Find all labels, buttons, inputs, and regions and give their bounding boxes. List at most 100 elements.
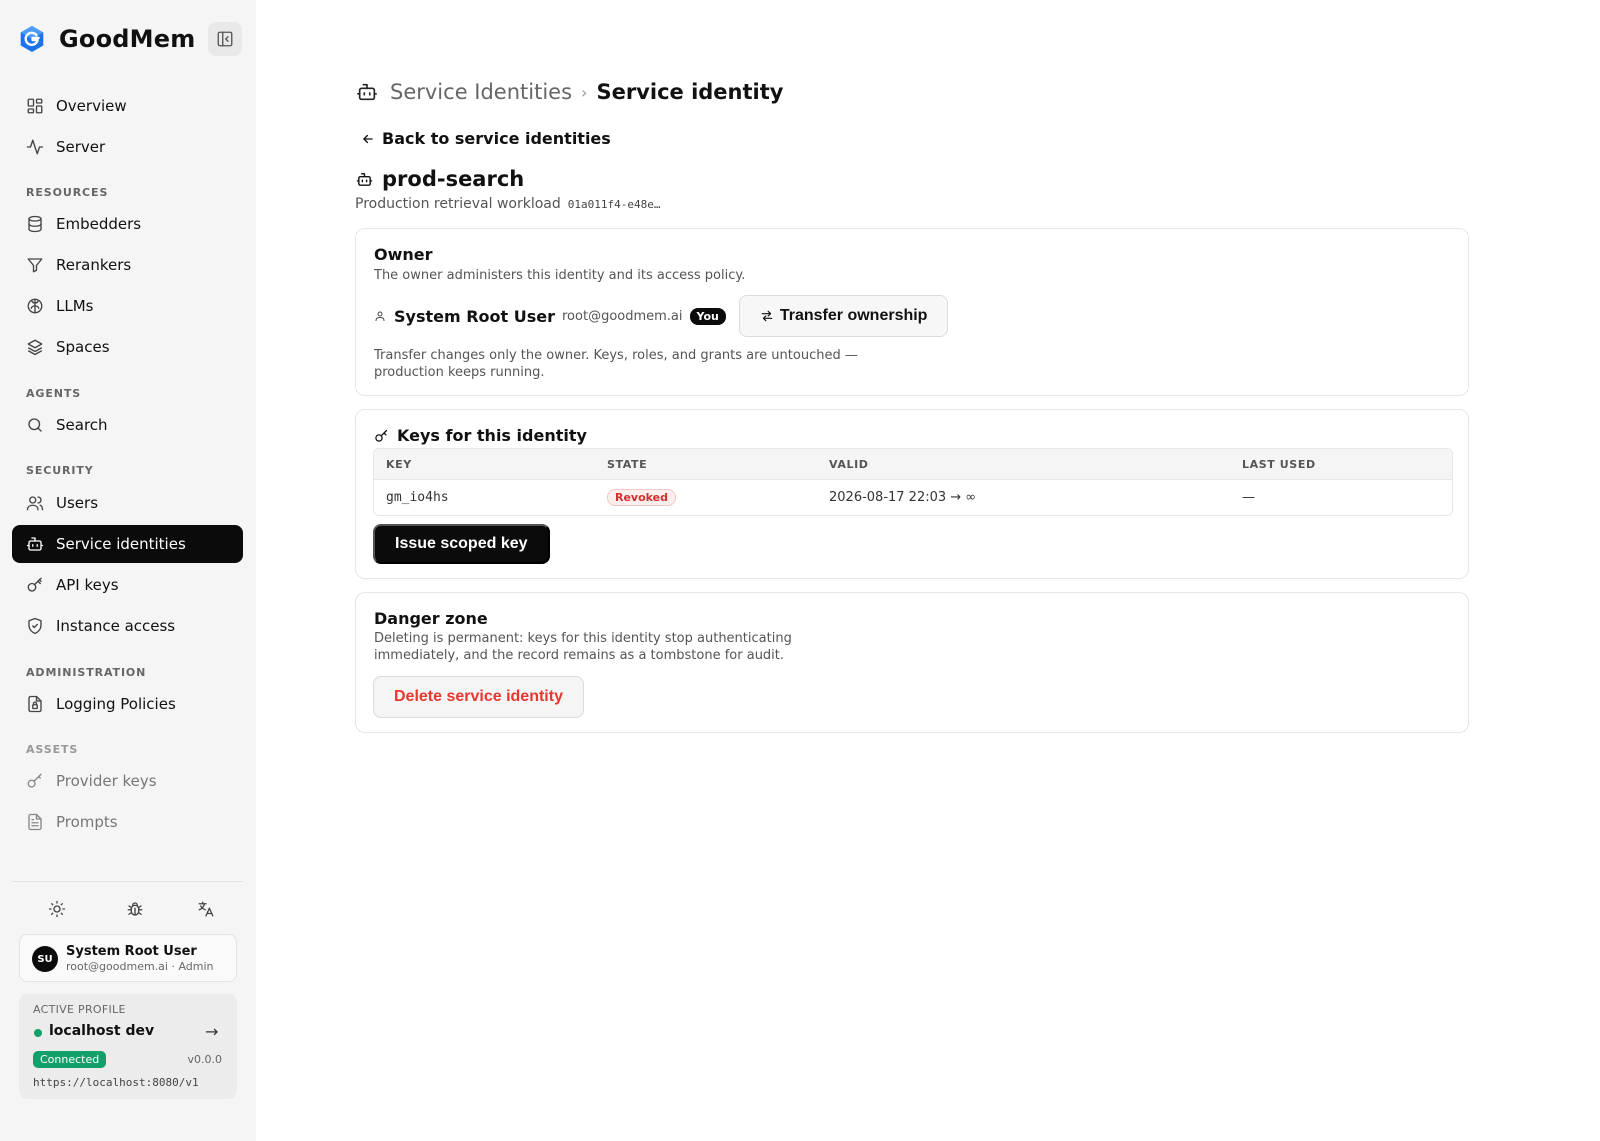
section-resources: RESOURCES	[26, 186, 109, 199]
profile-url: https://localhost:8080/v1	[33, 1076, 199, 1089]
sidebar-item-users[interactable]: Users	[12, 484, 243, 522]
keys-card: Keys for this identity KEY STATE VALID L…	[355, 409, 1469, 579]
owner-card: Owner The owner administers this identit…	[355, 228, 1469, 396]
panel-left-icon	[217, 31, 233, 47]
sidebar-item-label: Logging Policies	[56, 695, 176, 713]
sidebar-item-label: Embedders	[56, 215, 142, 233]
sidebar-item-embedders[interactable]: Embedders	[12, 205, 243, 243]
sidebar-item-label: Service identities	[56, 535, 186, 553]
column-state: STATE	[607, 458, 648, 471]
section-administration: ADMINISTRATION	[26, 666, 147, 679]
sidebar-item-label: Rerankers	[56, 256, 132, 274]
section-security: SECURITY	[26, 464, 94, 477]
sidebar-item-logging-policies[interactable]: Logging Policies	[12, 685, 243, 723]
keys-title: Keys for this identity	[397, 426, 587, 445]
danger-zone-card: Danger zone Deleting is permanent: keys …	[355, 592, 1469, 733]
translate-icon	[198, 901, 214, 917]
layers-icon	[27, 339, 43, 356]
sidebar-item-prompts[interactable]: Prompts	[12, 803, 243, 841]
identity-title: prod-search	[356, 167, 524, 191]
user-name: System Root User	[66, 944, 197, 959]
active-profile-label: ACTIVE PROFILE	[33, 1003, 126, 1016]
keys-table: KEY STATE VALID LAST USED gm_io4hs Revok…	[373, 448, 1453, 516]
shield-icon	[28, 617, 42, 635]
database-icon	[28, 215, 42, 233]
language-button[interactable]	[195, 898, 217, 920]
transfer-note-line1: Transfer changes only the owner. Keys, r…	[374, 348, 858, 363]
profile-version: v0.0.0	[187, 1053, 223, 1066]
chevron-right-icon: ›	[581, 82, 588, 102]
sidebar-item-service-identities[interactable]: Service identities	[12, 525, 243, 563]
goodmem-logo-icon	[18, 25, 46, 53]
profile-name: localhost dev	[49, 1023, 155, 1039]
sidebar-item-label: Provider keys	[56, 772, 157, 790]
section-assets: ASSETS	[26, 743, 79, 756]
key-prefix: gm_io4hs	[386, 490, 449, 505]
key-last-used: —	[1242, 490, 1255, 505]
bot-icon	[356, 81, 378, 103]
user-meta: root@goodmem.ai · Admin	[66, 960, 214, 973]
search-icon	[28, 418, 42, 432]
key-icon	[27, 577, 42, 592]
delete-service-identity-button[interactable]: Delete service identity	[373, 676, 584, 718]
transfer-ownership-label: Transfer ownership	[779, 307, 928, 324]
sidebar-item-overview[interactable]: Overview	[12, 87, 243, 125]
transfer-note-line2: production keeps running.	[374, 365, 545, 380]
breadcrumb-parent-link[interactable]: Service Identities	[390, 80, 572, 104]
owner-email: root@goodmem.ai	[562, 308, 683, 324]
owner-description: The owner administers this identity and …	[374, 268, 746, 283]
column-key: KEY	[386, 458, 412, 471]
sidebar-item-provider-keys[interactable]: Provider keys	[12, 762, 243, 800]
arrow-left-icon	[363, 134, 373, 143]
collapse-sidebar-button[interactable]	[208, 22, 242, 56]
theme-toggle-button[interactable]	[46, 898, 68, 920]
user-card[interactable]: SU System Root User root@goodmem.ai · Ad…	[19, 934, 237, 982]
danger-line2: immediately, and the record remains as a…	[374, 648, 785, 663]
sidebar-item-instance-access[interactable]: Instance access	[12, 607, 243, 645]
user-icon	[375, 311, 385, 321]
you-badge: You	[689, 307, 726, 325]
breadcrumb: Service Identities › Service identity	[356, 78, 783, 106]
sidebar-item-api-keys[interactable]: API keys	[12, 566, 243, 604]
debug-button[interactable]	[124, 898, 146, 920]
sidebar-item-spaces[interactable]: Spaces	[12, 328, 243, 366]
issue-scoped-key-button[interactable]: Issue scoped key	[373, 524, 550, 564]
sidebar-item-label: Overview	[56, 97, 127, 115]
sidebar-item-label: Users	[56, 494, 99, 512]
key-icon	[375, 429, 388, 442]
grid-icon	[27, 98, 43, 114]
page-title: Service identity	[596, 80, 784, 104]
sidebar: GoodMem Overview Server RESOURCES Embedd…	[0, 0, 256, 1141]
arrow-right-icon[interactable]: →	[205, 1022, 218, 1041]
activity-icon	[26, 139, 44, 155]
danger-title: Danger zone	[374, 609, 488, 628]
state-badge: Revoked	[607, 489, 677, 506]
sidebar-item-label: Search	[56, 416, 108, 434]
sidebar-item-label: Server	[56, 138, 106, 156]
file-lock-icon	[28, 695, 42, 713]
identity-id[interactable]: 01a011f4-e48e…	[568, 198, 661, 211]
sidebar-item-rerankers[interactable]: Rerankers	[12, 246, 243, 284]
brand[interactable]: GoodMem	[18, 22, 195, 56]
back-link[interactable]: Back to service identities	[361, 129, 611, 148]
back-link-label: Back to service identities	[382, 129, 611, 148]
key-round-icon	[27, 773, 42, 788]
active-profile-card[interactable]: ACTIVE PROFILE localhost dev → Connected…	[19, 994, 237, 1099]
transfer-ownership-button[interactable]: Transfer ownership	[738, 295, 949, 337]
sidebar-item-search[interactable]: Search	[12, 406, 243, 444]
brain-icon	[27, 298, 43, 314]
bot-icon	[26, 537, 44, 551]
sun-icon	[48, 900, 66, 918]
sidebar-item-server[interactable]: Server	[12, 128, 243, 166]
danger-line1: Deleting is permanent: keys for this ide…	[374, 631, 792, 646]
sidebar-item-llms[interactable]: LLMs	[12, 287, 243, 325]
status-dot-icon	[34, 1029, 42, 1037]
identity-name: prod-search	[382, 167, 525, 191]
identity-subtitle: Production retrieval workload 01a011f4-e…	[355, 196, 660, 212]
key-valid: 2026-08-17 22:03 → ∞	[829, 490, 977, 505]
keys-heading: Keys for this identity	[374, 426, 587, 445]
sidebar-divider	[12, 881, 243, 882]
owner-name: System Root User	[394, 306, 555, 326]
sidebar-item-label: LLMs	[56, 297, 94, 315]
avatar: SU	[32, 946, 58, 972]
